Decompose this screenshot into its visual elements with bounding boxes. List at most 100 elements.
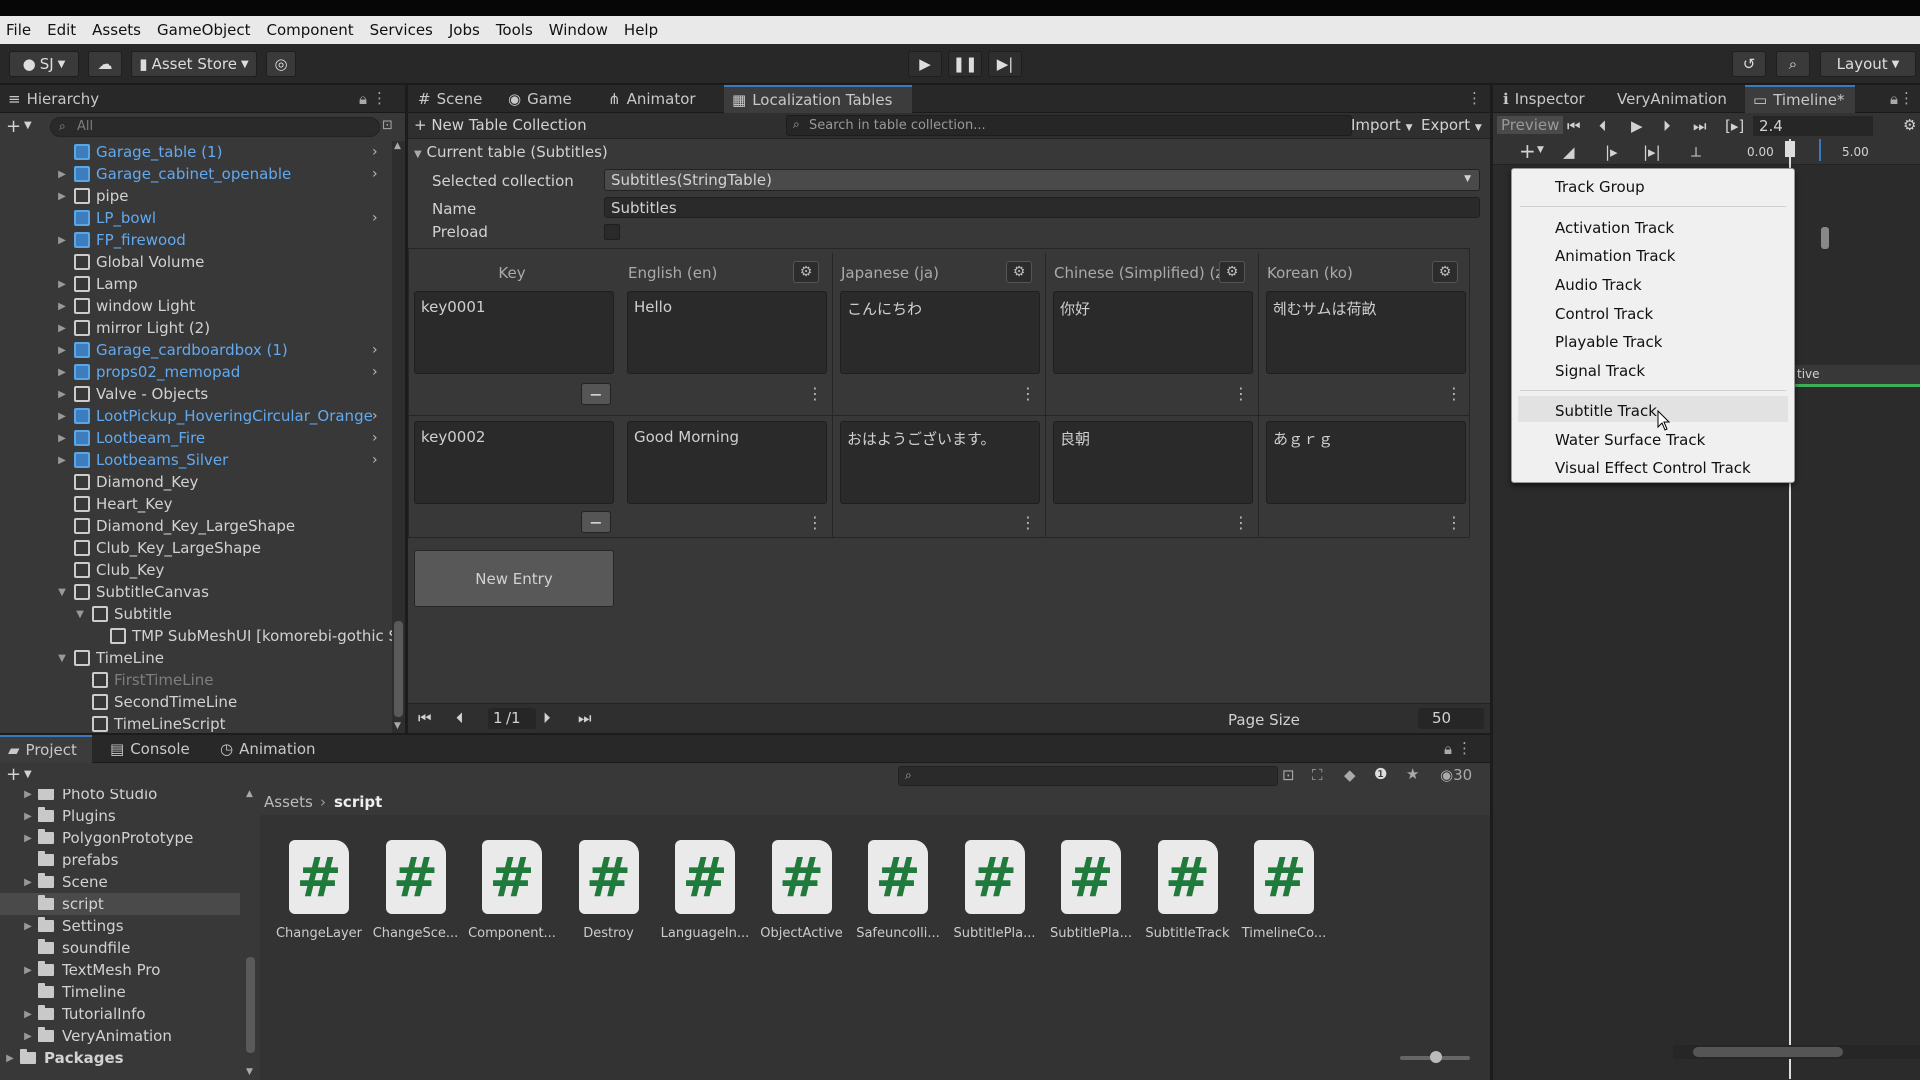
- lock-icon[interactable]: 🔒︎: [1890, 90, 1898, 108]
- folder-item[interactable]: ▶ Plugins: [0, 805, 240, 827]
- add-icon[interactable]: +: [6, 764, 21, 785]
- scroll-up-icon[interactable]: ▲: [394, 141, 401, 151]
- menu-item-signal-track[interactable]: Signal Track: [1555, 362, 1645, 380]
- foldout-closed-icon[interactable]: ▶: [56, 345, 68, 356]
- menu-item-activation-track[interactable]: Activation Track: [1555, 219, 1674, 237]
- hierarchy-item[interactable]: Global Volume: [0, 251, 204, 273]
- search-by-type-icon[interactable]: ⊡: [1282, 766, 1295, 784]
- foldout-closed-icon[interactable]: ▶: [56, 411, 68, 422]
- foldout-closed-icon[interactable]: ▶: [56, 433, 68, 444]
- chevron-right-icon[interactable]: ›: [372, 364, 378, 380]
- folder-item[interactable]: script: [0, 893, 240, 915]
- prev-page-icon[interactable]: ⏴: [456, 709, 464, 727]
- page-number-field[interactable]: 1 /1: [488, 708, 536, 729]
- hierarchy-item[interactable]: ▼ SubtitleCanvas: [0, 581, 209, 603]
- add-icon[interactable]: +: [6, 116, 21, 137]
- collab-button[interactable]: ◎: [266, 51, 296, 77]
- script-asset[interactable]: # Component...: [467, 840, 557, 941]
- lock-icon[interactable]: 🔒︎: [1444, 740, 1452, 758]
- tab-timeline[interactable]: ▭ Timeline*: [1745, 85, 1855, 113]
- snap-icon[interactable]: ⟂: [1691, 143, 1701, 161]
- kebab-menu-icon[interactable]: ⋮: [1899, 89, 1914, 107]
- layout-dropdown[interactable]: Layout ▼: [1820, 51, 1916, 77]
- breadcrumb-script[interactable]: script: [334, 793, 382, 811]
- remove-entry-button[interactable]: −: [581, 383, 611, 405]
- folder-item[interactable]: ▶ PolygonPrototype: [0, 827, 240, 849]
- foldout-closed-icon[interactable]: ▶: [22, 789, 34, 800]
- play-button[interactable]: ▶: [908, 51, 942, 77]
- locale-settings-en[interactable]: ⚙: [793, 261, 819, 283]
- lock-icon[interactable]: 🔒︎: [359, 90, 367, 108]
- timeline-scrollbar[interactable]: [1673, 1045, 1920, 1059]
- account-button[interactable]: ● SJ ▼: [9, 51, 79, 77]
- foldout-closed-icon[interactable]: ▶: [4, 1053, 16, 1064]
- menu-gameobject[interactable]: GameObject: [157, 21, 251, 39]
- breadcrumb-assets[interactable]: Assets: [264, 793, 313, 811]
- foldout-open-icon[interactable]: ▼: [56, 653, 68, 664]
- hierarchy-search-input[interactable]: ⌕ All: [50, 117, 380, 137]
- first-page-icon[interactable]: ⏮: [418, 709, 432, 727]
- hierarchy-item[interactable]: FirstTimeLine: [0, 669, 214, 691]
- folder-item[interactable]: ▶ Photo Studio: [0, 789, 240, 805]
- script-asset[interactable]: # SubtitlePla...: [950, 840, 1040, 941]
- chevron-right-icon[interactable]: ›: [372, 144, 378, 160]
- chevron-right-icon[interactable]: ›: [372, 430, 378, 446]
- preload-checkbox[interactable]: [604, 224, 620, 240]
- kebab-menu-icon[interactable]: ⋮: [372, 89, 387, 107]
- hierarchy-item[interactable]: ▶ Lamp: [0, 273, 138, 295]
- foldout-closed-icon[interactable]: ▶: [56, 169, 68, 180]
- translation-field-ko[interactable]: 헤むサムは荷畝: [1266, 291, 1466, 374]
- folder-item[interactable]: ▶ TextMesh Pro: [0, 959, 240, 981]
- translation-field-en[interactable]: Good Morning: [627, 421, 827, 504]
- add-track-icon[interactable]: +: [1519, 139, 1536, 163]
- chevron-down-icon[interactable]: ▼: [24, 120, 32, 131]
- folder-item[interactable]: ▶ Packages: [0, 1047, 240, 1069]
- hierarchy-item[interactable]: Diamond_Key_LargeShape: [0, 515, 295, 537]
- hierarchy-item[interactable]: ▶ FP_firewood: [0, 229, 186, 251]
- preview-button[interactable]: Preview: [1497, 116, 1564, 134]
- script-asset[interactable]: # SubtitlePla...: [1046, 840, 1136, 941]
- hierarchy-item[interactable]: ▶ pipe: [0, 185, 128, 207]
- tab-veryanimation[interactable]: VeryAnimation: [1609, 85, 1739, 113]
- replace-mode-icon[interactable]: |▸|: [1643, 143, 1661, 161]
- hierarchy-item[interactable]: ▶ LootPickup_HoveringCircular_Orange ›: [0, 405, 377, 427]
- tab-inspector[interactable]: ℹ Inspector: [1495, 85, 1597, 113]
- history-button[interactable]: ↺: [1732, 51, 1766, 77]
- chevron-right-icon[interactable]: ›: [372, 452, 378, 468]
- folder-tree-scrollbar[interactable]: ▲ ▼: [244, 789, 256, 1080]
- foldout-closed-icon[interactable]: ▶: [56, 389, 68, 400]
- hierarchy-item[interactable]: TMP SubMeshUI [komorebi-gothic S: [0, 625, 398, 647]
- filter-icon[interactable]: ⛶: [1312, 766, 1323, 784]
- hierarchy-item[interactable]: ▶ mirror Light (2): [0, 317, 210, 339]
- goto-start-icon[interactable]: ⏮: [1567, 117, 1581, 135]
- foldout-closed-icon[interactable]: ▶: [56, 235, 68, 246]
- locale-settings-ja[interactable]: ⚙: [1006, 261, 1032, 283]
- goto-end-icon[interactable]: ⏭: [1693, 117, 1707, 135]
- menu-file[interactable]: File: [6, 21, 31, 39]
- folder-item[interactable]: Timeline: [0, 981, 240, 1003]
- chevron-right-icon[interactable]: ›: [372, 166, 378, 182]
- edit-mode-icon[interactable]: ◢: [1563, 143, 1575, 161]
- export-dropdown[interactable]: Export ▼: [1421, 116, 1482, 134]
- next-frame-icon[interactable]: ⏵: [1663, 117, 1671, 135]
- star-icon[interactable]: ★: [1406, 765, 1419, 783]
- key-field[interactable]: key0002: [414, 421, 614, 504]
- chevron-right-icon[interactable]: ›: [372, 342, 378, 358]
- hierarchy-item[interactable]: Diamond_Key: [0, 471, 198, 493]
- foldout-closed-icon[interactable]: ▶: [56, 455, 68, 466]
- translation-field-zh[interactable]: 你好: [1053, 291, 1253, 374]
- folder-item[interactable]: ▶ Settings: [0, 915, 240, 937]
- hierarchy-item[interactable]: ▼ Subtitle: [0, 603, 172, 625]
- remove-entry-button[interactable]: −: [581, 511, 611, 533]
- menu-component[interactable]: Component: [267, 21, 354, 39]
- menu-services[interactable]: Services: [370, 21, 433, 39]
- menu-window[interactable]: Window: [549, 21, 608, 39]
- chevron-right-icon[interactable]: ›: [372, 210, 378, 226]
- translation-field-ko[interactable]: あｇｒｇ: [1266, 421, 1466, 504]
- folder-item[interactable]: ▶ Scene: [0, 871, 240, 893]
- translation-field-ja[interactable]: こんにちわ: [840, 291, 1040, 374]
- script-asset[interactable]: # TimelineCo...: [1239, 840, 1329, 941]
- name-field[interactable]: Subtitles: [604, 197, 1480, 218]
- menu-jobs[interactable]: Jobs: [449, 21, 480, 39]
- hierarchy-scrollbar[interactable]: ▲ ▼: [392, 141, 405, 733]
